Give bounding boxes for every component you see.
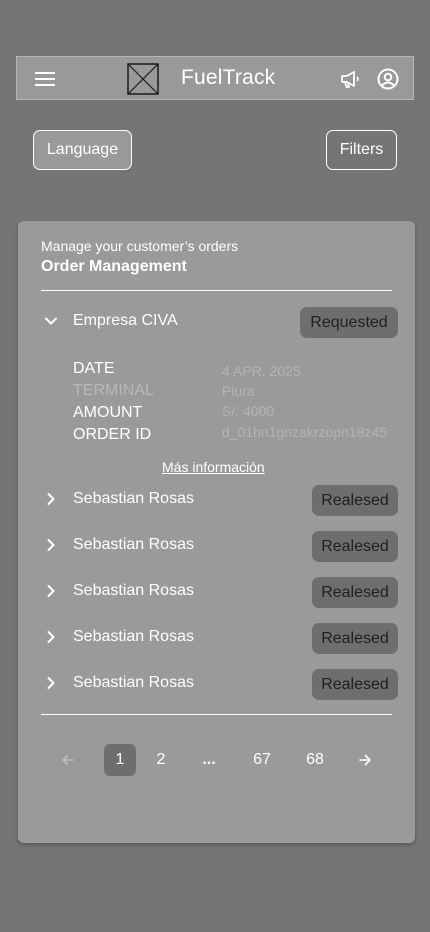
detail-label-order-id: ORDER ID (73, 426, 152, 443)
status-badge: Realesed (312, 577, 398, 608)
order-customer-name: Sebastian Rosas (73, 536, 194, 553)
divider (41, 714, 392, 715)
megaphone-icon[interactable] (339, 68, 361, 90)
chevron-right-icon (44, 630, 58, 644)
detail-label-terminal: TERMINAL (73, 382, 154, 399)
pagination-page[interactable]: 2 (145, 744, 177, 776)
detail-label-date: DATE (73, 360, 115, 377)
chevron-right-icon (44, 538, 58, 552)
chevron-right-icon (44, 676, 58, 690)
order-row[interactable]: Sebastian Rosas Realesed (18, 529, 415, 563)
app-title: FuelTrack (181, 66, 276, 89)
status-badge: Realesed (312, 669, 398, 700)
order-row[interactable]: Sebastian Rosas Realesed (18, 575, 415, 609)
card-subtitle: Manage your customer’s orders (41, 238, 239, 254)
order-customer-name: Sebastian Rosas (73, 582, 194, 599)
user-circle-icon[interactable] (377, 68, 399, 90)
order-management-card: Manage your customer’s orders Order Mana… (18, 221, 415, 843)
logo-placeholder-icon (127, 63, 159, 95)
pagination-page[interactable]: 67 (244, 744, 280, 776)
order-customer-name: Sebastian Rosas (73, 628, 194, 645)
language-button[interactable]: Language (33, 130, 132, 170)
detail-value-terminal: Piura (222, 383, 255, 399)
app-header: FuelTrack (16, 56, 414, 100)
filters-button[interactable]: Filters (326, 130, 397, 170)
pagination-next-icon[interactable] (349, 744, 381, 776)
more-info-link[interactable]: Más información (162, 459, 265, 475)
chevron-right-icon (44, 492, 58, 506)
status-badge: Realesed (312, 623, 398, 654)
pagination-page-current[interactable]: 1 (104, 744, 136, 776)
status-badge: Requested (300, 307, 398, 338)
pagination-prev-icon[interactable] (52, 744, 84, 776)
detail-value-amount: S/. 4000 (222, 403, 275, 419)
order-customer-name: Empresa CIVA (73, 312, 178, 329)
chevron-right-icon (44, 584, 58, 598)
order-customer-name: Sebastian Rosas (73, 490, 194, 507)
order-row[interactable]: Sebastian Rosas Realesed (18, 621, 415, 655)
card-title: Order Management (41, 258, 187, 275)
detail-label-amount: AMOUNT (73, 404, 143, 421)
detail-value-date: 4 APR, 2025 (222, 363, 301, 379)
order-row[interactable]: Sebastian Rosas Realesed (18, 483, 415, 517)
order-row[interactable]: Sebastian Rosas Realesed (18, 667, 415, 701)
order-row-expanded[interactable]: Empresa CIVA Requested (18, 305, 415, 339)
menu-icon[interactable] (35, 71, 57, 87)
status-badge: Realesed (312, 485, 398, 516)
divider (41, 290, 392, 291)
order-customer-name: Sebastian Rosas (73, 674, 194, 691)
pagination-ellipsis: ... (202, 751, 216, 768)
chevron-down-icon (44, 314, 58, 328)
status-badge: Realesed (312, 531, 398, 562)
detail-value-order-id: d_01hn1gnzakrzopn18z45 (222, 424, 388, 440)
pagination-page[interactable]: 68 (297, 744, 333, 776)
